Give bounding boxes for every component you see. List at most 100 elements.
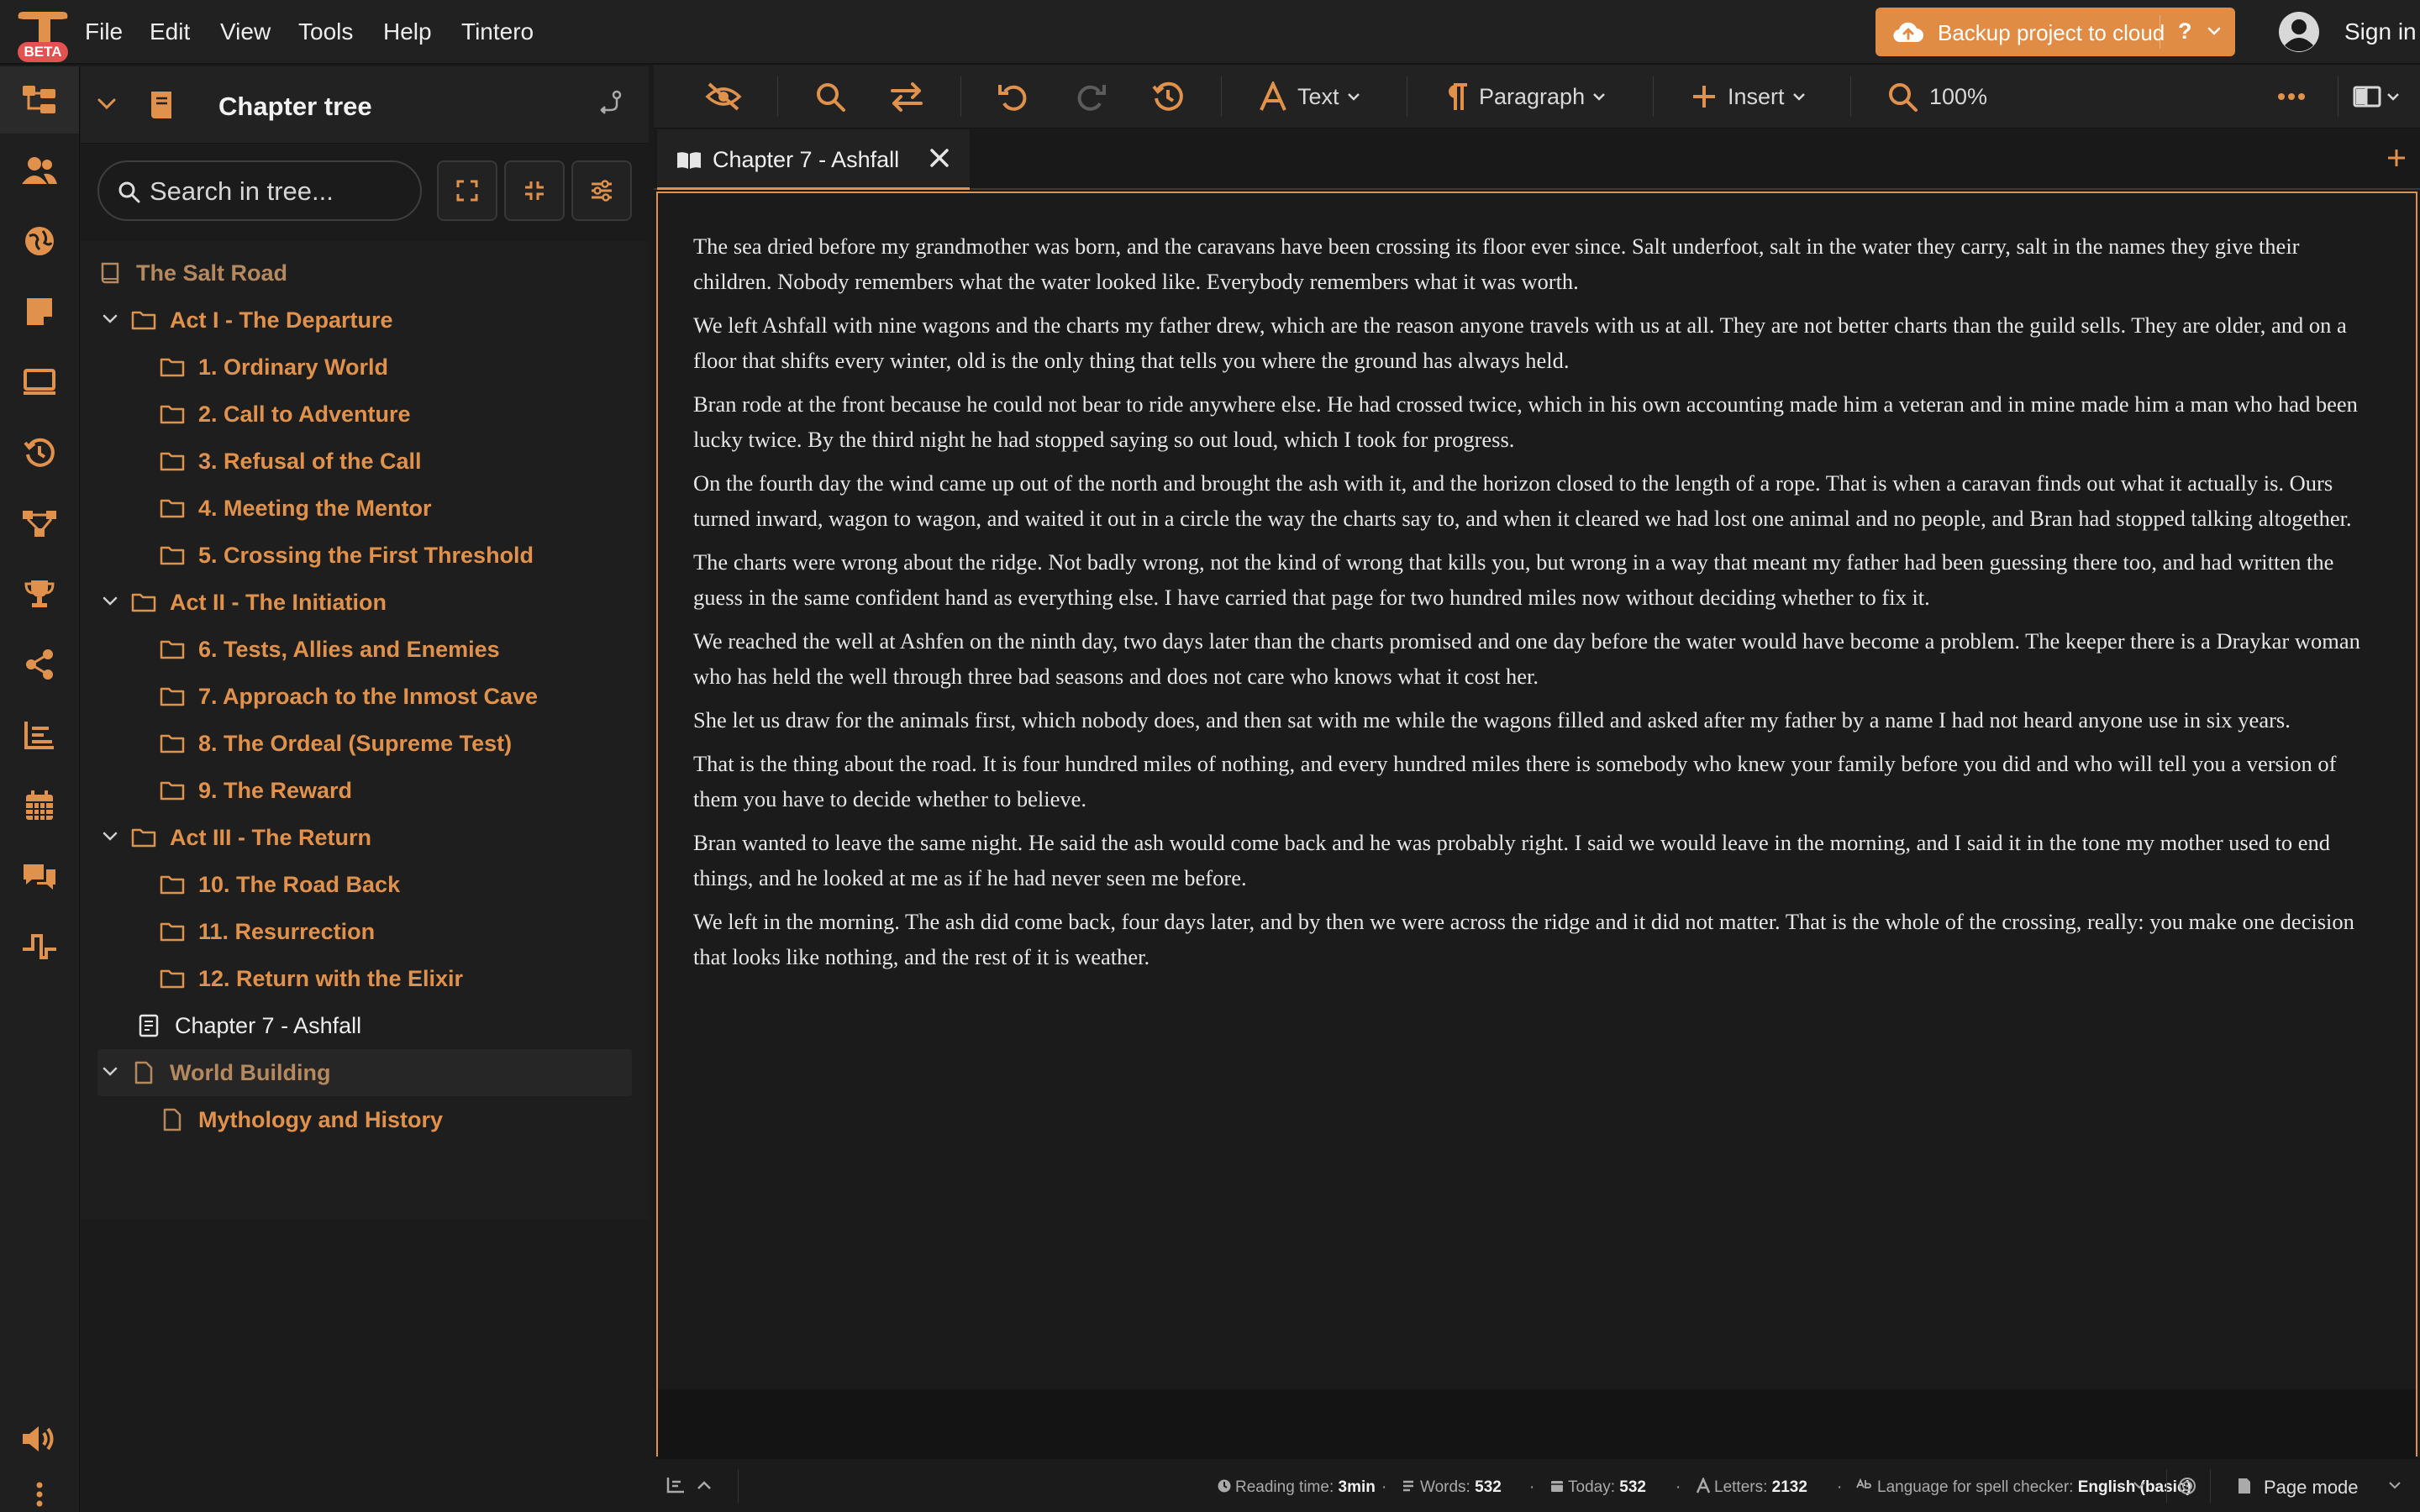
rail-statistics-button[interactable]: [0, 701, 79, 769]
menu-file[interactable]: File: [85, 18, 123, 45]
rail-more-button[interactable]: [0, 1478, 79, 1511]
document-paragraph[interactable]: That is the thing about the road. It is …: [693, 746, 2369, 816]
tree-item-label: Act I - The Departure: [170, 307, 393, 333]
tree-item-9-the-reward[interactable]: 9. The Reward: [97, 767, 632, 814]
rail-sound-button[interactable]: [0, 1405, 79, 1473]
layout-dropdown[interactable]: [2353, 80, 2400, 113]
replace-button[interactable]: [889, 80, 924, 113]
find-button[interactable]: [813, 80, 847, 113]
document-paragraph[interactable]: She let us draw for the animals first, w…: [693, 702, 2369, 738]
document-paragraph[interactable]: We left Ashfall with nine wagons and the…: [693, 307, 2369, 378]
rail-history-button[interactable]: [0, 419, 79, 486]
tree-item-act-i-the-departure[interactable]: Act I - The Departure: [97, 297, 632, 344]
menu-tintero[interactable]: Tintero: [461, 18, 534, 45]
rail-share-button[interactable]: [0, 631, 79, 698]
rail-plot-structure-button[interactable]: [0, 490, 79, 557]
chevron-down-icon[interactable]: [2133, 1481, 2146, 1489]
rail-characters-button[interactable]: [0, 137, 79, 204]
version-history-button[interactable]: [1151, 80, 1185, 113]
rail-calendar-button[interactable]: [0, 772, 79, 839]
chevron-down-icon[interactable]: [2207, 26, 2222, 36]
tree-item-chapter-7-ashfall[interactable]: Chapter 7 - Ashfall: [97, 1002, 632, 1049]
tree-item-10-the-road-back[interactable]: 10. The Road Back: [97, 861, 632, 908]
folder-icon: [160, 358, 185, 377]
tab-chapter-7-ashfall[interactable]: Chapter 7 - Ashfall: [657, 129, 970, 190]
rail-chapter-tree-button[interactable]: [0, 66, 79, 134]
menu-help[interactable]: Help: [383, 18, 432, 45]
stats-icon[interactable]: [666, 1476, 686, 1494]
document-paragraph[interactable]: We reached the well at Ashfen on the nin…: [693, 623, 2369, 694]
collapse-panel-chevron-icon[interactable]: [96, 97, 118, 112]
tree-item-4-meeting-the-mentor[interactable]: 4. Meeting the Mentor: [97, 485, 632, 532]
document-paragraph[interactable]: The sea dried before my grandmother was …: [693, 228, 2369, 299]
close-icon[interactable]: [928, 146, 951, 170]
tree-filter-button[interactable]: [571, 160, 632, 221]
collapse-all-button[interactable]: [504, 160, 565, 221]
chevron-down-icon[interactable]: [99, 1061, 121, 1083]
document-paragraph[interactable]: On the fourth day the wind came up out o…: [693, 465, 2369, 536]
menu-tools[interactable]: Tools: [298, 18, 353, 45]
backup-to-cloud-button[interactable]: Backup project to cloud ?: [1876, 8, 2235, 56]
document-page[interactable]: The sea dried before my grandmother was …: [656, 192, 2417, 1458]
tree-item-1-ordinary-world[interactable]: 1. Ordinary World: [97, 344, 632, 391]
chevron-down-icon[interactable]: [2388, 1481, 2402, 1489]
more-options-button[interactable]: [2277, 80, 2306, 113]
redo-button[interactable]: [1074, 80, 1107, 113]
chevron-up-icon[interactable]: [696, 1479, 713, 1491]
chevron-down-icon[interactable]: [99, 826, 121, 848]
zoom-level: 100%: [1929, 83, 1988, 109]
add-tab-icon[interactable]: [2385, 146, 2408, 170]
toggle-visibility-button[interactable]: [704, 80, 743, 113]
tree-item-8-the-ordeal-supreme-test[interactable]: 8. The Ordeal (Supreme Test): [97, 720, 632, 767]
target-icon[interactable]: [2178, 1477, 2196, 1495]
status-bar: Reading time: 3min · Words: 532 · Today:…: [654, 1458, 2420, 1512]
eye-off-icon: [705, 82, 742, 111]
chevron-down-icon[interactable]: [99, 308, 121, 330]
zoom-control[interactable]: 100%: [1886, 80, 1994, 113]
search-icon: [118, 181, 140, 203]
document-paragraph[interactable]: Bran wanted to leave the same night. He …: [693, 825, 2369, 895]
tree-item-6-tests-allies-and-enemies[interactable]: 6. Tests, Allies and Enemies: [97, 626, 632, 673]
tree-item-2-call-to-adventure[interactable]: 2. Call to Adventure: [97, 391, 632, 438]
tree-search-input[interactable]: [150, 174, 402, 209]
chevron-down-icon[interactable]: [99, 591, 121, 612]
tree-item-12-return-with-the-elixir[interactable]: 12. Return with the Elixir: [97, 955, 632, 1002]
document-paragraph[interactable]: Bran rode at the front because he could …: [693, 386, 2369, 457]
sign-in-link[interactable]: Sign in: [2344, 18, 2417, 45]
tree-item-label: 11. Resurrection: [198, 919, 376, 944]
tree-item-11-resurrection[interactable]: 11. Resurrection: [97, 908, 632, 955]
toolbar-divider: [1850, 76, 1851, 117]
tree-item-7-approach-to-the-inmost-cave[interactable]: 7. Approach to the Inmost Cave: [97, 673, 632, 720]
tree-item-world-building[interactable]: World Building: [97, 1049, 632, 1096]
app-logo[interactable]: BETA: [13, 7, 72, 62]
document-paragraph[interactable]: We left in the morning. The ash did come…: [693, 904, 2369, 974]
expand-all-button[interactable]: [437, 160, 497, 221]
text-style-dropdown[interactable]: Text: [1259, 80, 1361, 113]
rail-timeline-button[interactable]: [0, 913, 79, 980]
folder-icon: [160, 452, 185, 471]
paragraph-dropdown[interactable]: Paragraph: [1444, 80, 1607, 113]
tree-item-act-iii-the-return[interactable]: Act III - The Return: [97, 814, 632, 861]
rail-notes-button[interactable]: [0, 278, 79, 345]
insert-dropdown[interactable]: Insert: [1691, 80, 1807, 113]
tree-item-the-salt-road[interactable]: The Salt Road: [97, 249, 632, 297]
document-text[interactable]: The sea dried before my grandmother was …: [693, 228, 2369, 983]
undo-button[interactable]: [997, 80, 1030, 113]
backup-help-button[interactable]: ?: [2178, 18, 2192, 45]
tree-item-3-refusal-of-the-call[interactable]: 3. Refusal of the Call: [97, 438, 632, 485]
rail-chat-button[interactable]: [0, 843, 79, 910]
tree-structure-icon[interactable]: [595, 88, 625, 120]
share-icon: [26, 649, 53, 680]
document-paragraph[interactable]: The charts were wrong about the ridge. N…: [693, 544, 2369, 615]
tree-item-5-crossing-the-first-threshold[interactable]: 5. Crossing the First Threshold: [97, 532, 632, 579]
menu-edit[interactable]: Edit: [150, 18, 190, 45]
rail-goals-button[interactable]: [0, 560, 79, 627]
page-mode-selector[interactable]: Page mode: [2264, 1477, 2359, 1499]
tree-item-act-ii-the-initiation[interactable]: Act II - The Initiation: [97, 579, 632, 626]
rail-world-button[interactable]: [0, 207, 79, 275]
search-icon: [817, 83, 845, 112]
tree-item-mythology-and-history[interactable]: Mythology and History: [97, 1096, 632, 1143]
rail-presentation-button[interactable]: [0, 349, 79, 416]
menu-view[interactable]: View: [220, 18, 271, 45]
avatar-icon[interactable]: [2277, 10, 2321, 54]
